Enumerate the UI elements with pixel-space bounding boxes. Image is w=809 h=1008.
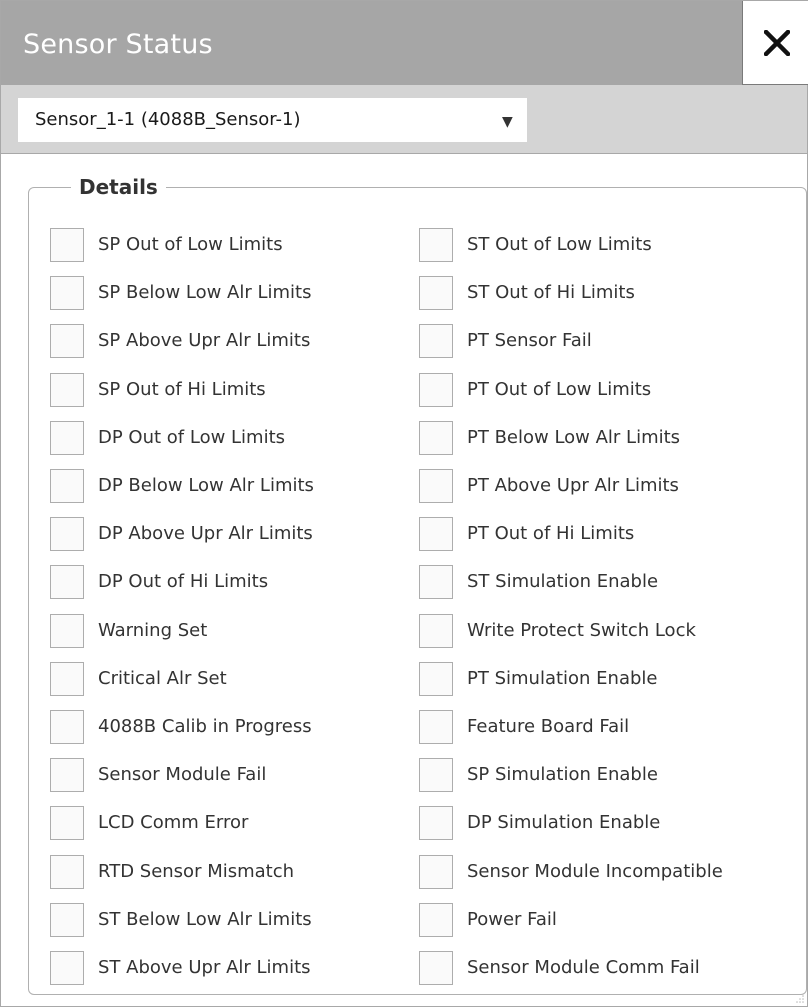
checkbox-label: Sensor Module Incompatible	[467, 861, 723, 882]
checkbox[interactable]	[50, 469, 84, 503]
checkbox-label: DP Out of Low Limits	[98, 427, 286, 448]
checkbox-label: SP Out of Low Limits	[98, 234, 283, 255]
checkbox[interactable]	[419, 614, 453, 648]
checkbox[interactable]	[419, 373, 453, 407]
checkbox-label: Sensor Module Fail	[98, 764, 267, 785]
checkbox-label: SP Simulation Enable	[467, 764, 658, 785]
checkbox-label: DP Out of Hi Limits	[98, 571, 269, 592]
checkbox[interactable]	[419, 903, 453, 937]
checkbox[interactable]	[50, 421, 84, 455]
checkbox-label: SP Out of Hi Limits	[98, 379, 266, 400]
checkbox[interactable]	[419, 951, 453, 985]
checkbox-label: RTD Sensor Mismatch	[98, 861, 295, 882]
checkbox[interactable]	[50, 903, 84, 937]
checkbox-label: Write Protect Switch Lock	[467, 620, 696, 641]
checkbox-label: 4088B Calib in Progress	[98, 716, 312, 737]
checkbox-label: Critical Alr Set	[98, 668, 227, 689]
checkbox-label: SP Above Upr Alr Limits	[98, 330, 311, 351]
checkbox[interactable]	[419, 662, 453, 696]
checkbox-label: ST Out of Hi Limits	[467, 282, 635, 303]
checkbox[interactable]	[50, 565, 84, 599]
checkbox[interactable]	[419, 421, 453, 455]
checkbox-label: PT Sensor Fail	[467, 330, 592, 351]
checkbox[interactable]	[419, 276, 453, 310]
checkbox-label: Warning Set	[98, 620, 208, 641]
checkbox[interactable]	[50, 951, 84, 985]
checkbox-label: DP Above Upr Alr Limits	[98, 523, 313, 544]
checkbox[interactable]	[419, 565, 453, 599]
checkbox[interactable]	[50, 276, 84, 310]
sensor-dropdown-value: Sensor_1-1 (4088B_Sensor-1)	[35, 109, 301, 130]
checkbox-label: PT Out of Low Limits	[467, 379, 652, 400]
checkbox[interactable]	[419, 758, 453, 792]
checkbox-label: Feature Board Fail	[467, 716, 630, 737]
checkbox-label: Power Fail	[467, 909, 557, 930]
title-bar: Sensor Status	[1, 1, 807, 98]
checkbox-label: ST Out of Low Limits	[467, 234, 652, 255]
checkbox-label: ST Below Low Alr Limits	[98, 909, 312, 930]
checkbox-label: PT Above Upr Alr Limits	[467, 475, 679, 496]
checkbox-label: PT Below Low Alr Limits	[467, 427, 681, 448]
checkbox[interactable]	[419, 469, 453, 503]
checkbox[interactable]	[419, 517, 453, 551]
checkbox[interactable]	[419, 855, 453, 889]
checkbox[interactable]	[419, 806, 453, 840]
sensor-select-bar: Sensor_1-1 (4088B_Sensor-1)	[1, 85, 807, 154]
checkbox[interactable]	[50, 517, 84, 551]
details-legend: Details	[71, 175, 166, 199]
checkbox-label: PT Simulation Enable	[467, 668, 658, 689]
checkbox[interactable]	[50, 758, 84, 792]
checkbox-label: PT Out of Hi Limits	[467, 523, 635, 544]
checkbox[interactable]	[50, 855, 84, 889]
sensor-dropdown[interactable]: Sensor_1-1 (4088B_Sensor-1)	[18, 98, 527, 142]
checkbox[interactable]	[50, 710, 84, 744]
checkbox[interactable]	[50, 662, 84, 696]
sensor-status-window: Sensor Status Sensor_1-1 (4088B_Sensor-1…	[0, 0, 808, 1007]
checkbox[interactable]	[419, 324, 453, 358]
checkbox-label: SP Below Low Alr Limits	[98, 282, 312, 303]
checkbox[interactable]	[419, 228, 453, 262]
checkbox-label: ST Simulation Enable	[467, 571, 659, 592]
checkbox-label: DP Below Low Alr Limits	[98, 475, 314, 496]
checkbox[interactable]	[50, 228, 84, 262]
checkbox-label: DP Simulation Enable	[467, 812, 661, 833]
checkbox-label: Sensor Module Comm Fail	[467, 957, 700, 978]
checkbox[interactable]	[50, 324, 84, 358]
window-title: Sensor Status	[23, 29, 213, 60]
checkbox[interactable]	[50, 806, 84, 840]
checkbox-label: ST Above Upr Alr Limits	[98, 957, 311, 978]
checkbox[interactable]	[419, 710, 453, 744]
checkbox-label: LCD Comm Error	[98, 812, 249, 833]
close-button[interactable]	[742, 1, 808, 85]
checkbox[interactable]	[50, 614, 84, 648]
dropdown-arrow-icon[interactable]: ▼	[502, 114, 513, 130]
resize-grip-icon[interactable]	[796, 995, 804, 1003]
close-icon	[764, 30, 790, 56]
checkbox[interactable]	[50, 373, 84, 407]
